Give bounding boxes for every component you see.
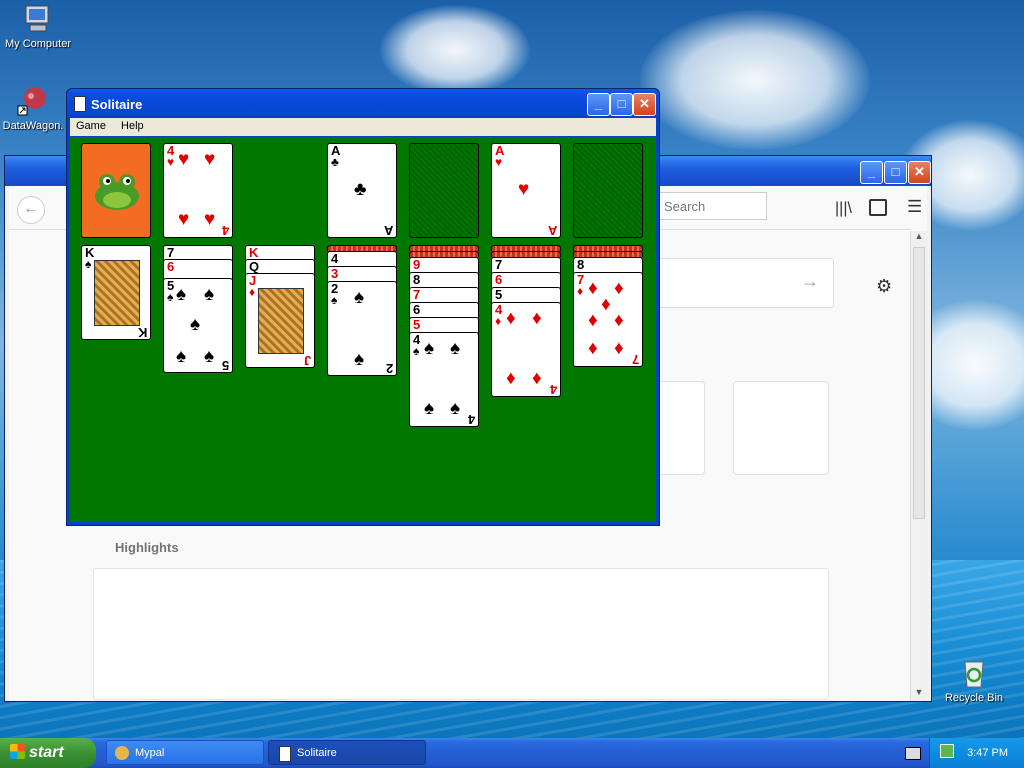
menu-game[interactable]: Game [70, 118, 112, 134]
card-suit: ♥ [167, 155, 175, 169]
cloud [640, 10, 870, 150]
scroll-down-arrow[interactable]: ▼ [911, 687, 927, 701]
solitaire-icon [279, 746, 291, 762]
waste-card[interactable]: 4 ♥ ♥ ♥ ♥ ♥ 4 [163, 143, 233, 238]
computer-icon [21, 2, 55, 36]
maximize-button[interactable]: □ [884, 161, 907, 184]
tableau-card[interactable]: 4 ♦ ♦ ♦ ♦ ♦ 4 [491, 302, 561, 397]
start-button[interactable]: start [0, 738, 96, 768]
minimize-button[interactable]: _ [587, 93, 610, 116]
foundation-empty-slot[interactable] [409, 143, 479, 238]
taskbar-item-label: Solitaire [297, 747, 337, 759]
solitaire-app-icon [74, 96, 86, 112]
keyboard-icon[interactable] [905, 747, 921, 760]
desktop-icon-recycle-bin[interactable]: Recycle Bin [939, 656, 1009, 704]
card-suit: ♣ [331, 155, 339, 169]
arrow-right-icon[interactable]: → [801, 271, 819, 292]
foundation-card[interactable]: A ♣ ♣ A [327, 143, 397, 238]
window-title: Solitaire [91, 97, 143, 112]
frog-icon [95, 174, 139, 210]
taskbar-item-solitaire[interactable]: Solitaire [268, 740, 426, 765]
windows-logo-icon [10, 744, 25, 759]
foundation-card[interactable]: A ♥ ♥ A [491, 143, 561, 238]
tableau-card[interactable]: K ♠ K [81, 245, 151, 340]
datawagon-icon [16, 84, 50, 118]
stock-pile[interactable] [81, 143, 151, 238]
scroll-thumb[interactable] [913, 247, 925, 519]
sidebar-icon[interactable] [869, 199, 887, 216]
tableau-card[interactable]: J ♦ J [245, 273, 315, 368]
browser-search-input[interactable]: Search [655, 192, 767, 220]
tableau-card[interactable]: 4 ♠ ♠ ♠ ♠ ♠ 4 [409, 332, 479, 427]
top-site-tile[interactable] [733, 381, 829, 475]
clock[interactable]: 3:47 PM [967, 747, 1008, 759]
desktop-icon-label: My Computer [4, 38, 72, 50]
network-icon[interactable] [940, 744, 954, 758]
menu-icon[interactable]: ☰ [907, 197, 922, 217]
solitaire-title-bar[interactable]: Solitaire _ □ ✕ [67, 89, 659, 118]
desktop-icon-label: DataWagon. [2, 120, 64, 132]
menu-help[interactable]: Help [115, 118, 150, 134]
solitaire-window[interactable]: Solitaire _ □ ✕ Game Help 4 ♥ ♥♥ ♥♥ 4 [66, 88, 660, 526]
tableau-card[interactable]: 5 ♠ ♠ ♠ ♠ ♠ ♠ 5 [163, 278, 233, 373]
newtab-search-box[interactable]: → [649, 258, 834, 308]
desktop-icon-my-computer[interactable]: My Computer [3, 2, 73, 50]
foundation-empty-slot[interactable] [573, 143, 643, 238]
game-table[interactable]: 4 ♥ ♥♥ ♥♥ 4 A ♣ ♣ A A ♥ ♥ A K♠ K 7 6 [70, 137, 656, 522]
scroll-up-arrow[interactable]: ▲ [911, 231, 927, 245]
library-icon[interactable]: |||\ [835, 200, 852, 218]
king-face-art [94, 260, 140, 326]
close-button[interactable]: ✕ [908, 161, 931, 184]
back-button[interactable]: ← [17, 196, 45, 224]
taskbar-item-label: Mypal [135, 747, 165, 759]
browser-scrollbar[interactable]: ▲ ▼ [910, 231, 927, 701]
tableau-card[interactable]: 7 ♦ ♦ ♦ ♦ ♦ ♦ ♦ ♦ 7 [573, 272, 643, 367]
taskbar-item-mypal[interactable]: Mypal [106, 740, 264, 765]
jack-face-art [258, 288, 304, 354]
taskbar: start Mypal Solitaire 3:47 PM [0, 738, 1024, 768]
maximize-button[interactable]: □ [610, 93, 633, 116]
tableau-card[interactable]: 2 ♠ ♠ ♠ 2 [327, 281, 397, 376]
recycle-bin-icon [957, 656, 991, 690]
mypal-icon [115, 746, 129, 760]
close-button[interactable]: ✕ [633, 93, 656, 116]
highlights-heading: Highlights [115, 540, 179, 555]
cloud [380, 5, 530, 95]
settings-gear-icon[interactable]: ⚙ [876, 276, 892, 297]
menu-bar: Game Help [70, 118, 656, 136]
system-tray: 3:47 PM [929, 738, 1024, 768]
desktop-icon-label: Recycle Bin [944, 692, 1004, 704]
highlights-panel [93, 568, 829, 700]
minimize-button[interactable]: _ [860, 161, 883, 184]
card-suit: ♥ [495, 155, 503, 169]
start-label: start [29, 744, 64, 761]
desktop-icon-datawagon[interactable]: DataWagon. [0, 84, 68, 132]
